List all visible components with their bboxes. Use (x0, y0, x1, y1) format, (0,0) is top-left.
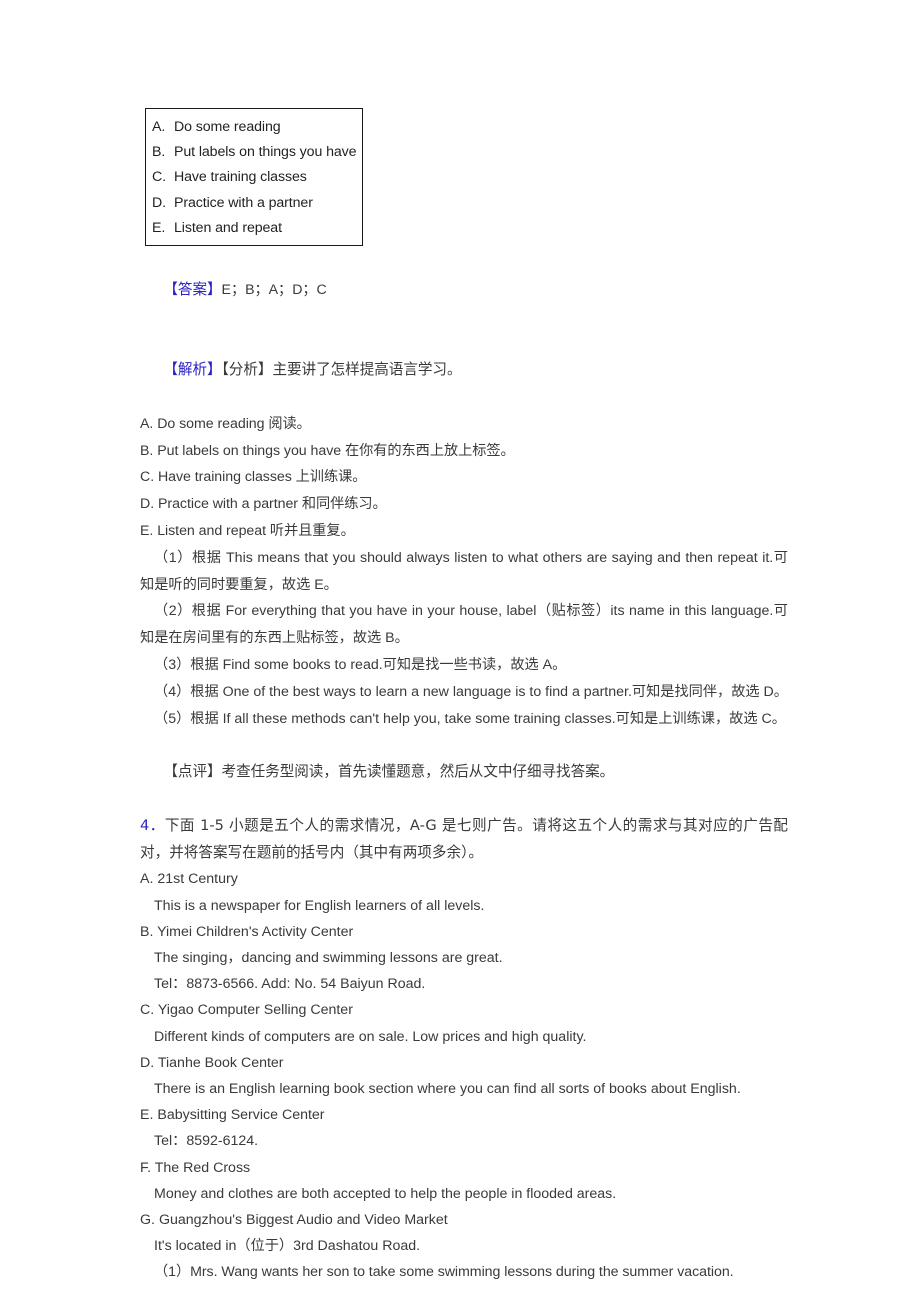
document-content: A. Do some reading B. Put labels on things… (140, 108, 790, 1285)
analysis-summary: 主要讲了怎样提高语言学习。 (272, 361, 462, 379)
option-text: Have training classes (174, 169, 307, 186)
analysis-point: （2）根据 For everything that you have in yo… (140, 603, 788, 647)
question-4-stem: 4．下面 1-5 小题是五个人的需求情况，A-G 是七则广告。请将这五个人的需求… (140, 813, 788, 867)
analysis-header: 【解析】【分析】主要讲了怎样提高语言学习。 (140, 330, 790, 410)
ad-letter: F. (140, 1159, 152, 1176)
glossary-line: A. Do some reading 阅读。 (140, 415, 311, 432)
document-page: A. Do some reading B. Put labels on things… (0, 0, 920, 1302)
option-text: Put labels on things you have (174, 144, 357, 161)
option-row: C. Have training classes (152, 165, 362, 190)
ad-title-text: Tianhe Book Center (157, 1054, 284, 1071)
comment-label: 【点评】 (163, 763, 222, 781)
ad-letter: G. (140, 1211, 155, 1228)
ad-letter: B. (140, 923, 154, 940)
ad-letter: E. (140, 1107, 154, 1124)
ad-detail: It's located in（位于）3rd Dashatou Road. (154, 1238, 421, 1255)
option-letter: D. (152, 194, 166, 211)
options-box: A. Do some reading B. Put labels on things… (145, 108, 363, 247)
ad-detail: There is an English learning book sectio… (154, 1080, 741, 1097)
option-row: E. Listen and repeat (152, 216, 362, 241)
question-number: 4． (140, 816, 165, 834)
ad-title: E. Babysitting Service Center (140, 1102, 790, 1128)
option-text: Practice with a partner (174, 194, 313, 211)
ad-title-text: Yimei Children's Activity Center (157, 923, 354, 940)
comment-text: 考查任务型阅读，首先读懂题意，然后从文中仔细寻找答案。 (221, 763, 615, 781)
glossary-line: D. Practice with a partner 和同伴练习。 (140, 496, 387, 513)
glossary-line: E. Listen and repeat 听并且重复。 (140, 522, 355, 539)
ad-detail: The singing，dancing and swimming lessons… (154, 949, 503, 966)
ad-title: B. Yimei Children's Activity Center (140, 919, 790, 945)
ad-title: G. Guangzhou's Biggest Audio and Video M… (140, 1207, 790, 1233)
option-text: Listen and repeat (174, 219, 282, 236)
option-row: D. Practice with a partner (152, 191, 362, 216)
ad-title: F. The Red Cross (140, 1155, 790, 1181)
ad-letter: C. (140, 1002, 155, 1019)
ad-detail: Tel：8592-6124. (154, 1133, 259, 1150)
option-letter: B. (152, 144, 166, 161)
ad-detail: Tel：8873-6566. Add: No. 54 Baiyun Road. (154, 976, 426, 993)
option-row: B. Put labels on things you have (152, 140, 362, 165)
analysis-point: （4）根据 One of the best ways to learn a ne… (154, 683, 788, 700)
ad-detail: Different kinds of computers are on sale… (154, 1028, 587, 1045)
analysis-point: （5）根据 If all these methods can't help yo… (154, 710, 786, 727)
ad-title: A. 21st Century (140, 866, 790, 892)
answer-line: 【答案】E；B；A；D；C (140, 250, 790, 330)
analysis-point: （3）根据 Find some books to read.可知是找一些书读，故… (154, 656, 567, 673)
ad-title-text: Guangzhou's Biggest Audio and Video Mark… (158, 1211, 448, 1228)
ad-detail: This is a newspaper for English learners… (154, 897, 485, 914)
ad-detail: Money and clothes are both accepted to h… (154, 1185, 617, 1202)
glossary-line: B. Put labels on things you have 在你有的东西上… (140, 442, 515, 459)
option-text: Do some reading (174, 119, 281, 135)
analysis-point: （1）根据 This means that you should always … (140, 549, 788, 593)
ad-letter: A. (140, 871, 154, 888)
glossary-line: C. Have training classes 上训练课。 (140, 469, 367, 486)
analysis-label: 【解析】 (163, 361, 222, 379)
ad-title: D. Tianhe Book Center (140, 1050, 790, 1076)
question-stem-text: 下面 1-5 小题是五个人的需求情况，A-G 是七则广告。请将这五个人的需求与其… (140, 816, 788, 861)
sub-question: （1）Mrs. Wang wants her son to take some … (154, 1264, 734, 1281)
ad-title-text: 21st Century (157, 871, 238, 888)
option-letter: A. (152, 119, 166, 135)
option-row: A. Do some reading (152, 115, 362, 140)
answer-value: E；B；A；D；C (221, 281, 327, 298)
comment-line: 【点评】考查任务型阅读，首先读懂题意，然后从文中仔细寻找答案。 (140, 732, 790, 812)
option-letter: E. (152, 219, 166, 236)
ad-title-text: Yigao Computer Selling Center (157, 1002, 353, 1019)
analysis-sub-label: 【分析】 (221, 361, 273, 379)
option-letter: C. (152, 169, 166, 186)
ad-title-text: Babysitting Service Center (157, 1107, 325, 1124)
ad-letter: D. (140, 1054, 155, 1071)
answer-label: 【答案】 (163, 280, 222, 298)
ad-title-text: The Red Cross (154, 1159, 251, 1176)
ad-title: C. Yigao Computer Selling Center (140, 997, 790, 1023)
